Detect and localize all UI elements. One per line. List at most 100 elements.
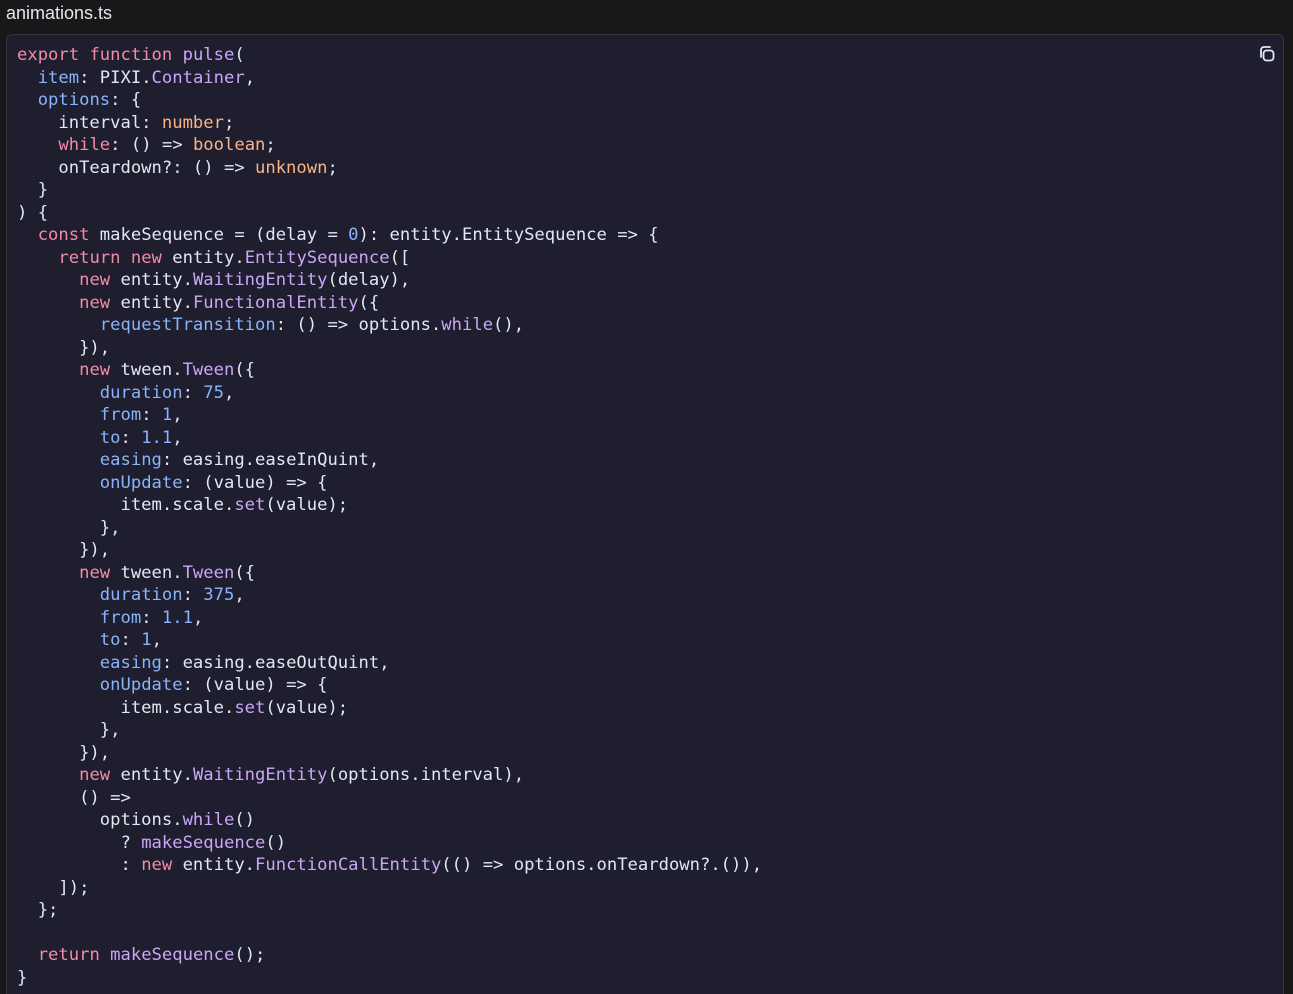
code-line: options: {: [17, 89, 762, 112]
code-token: :: [141, 607, 162, 628]
code-token: }),: [17, 540, 111, 560]
code-token: onUpdate: [99, 675, 183, 695]
copy-icon: [1258, 45, 1276, 63]
code-token: while: [182, 810, 235, 830]
code-line: () =>: [17, 787, 762, 810]
code-line: item.scale.set(value);: [17, 494, 762, 517]
code-token: : () =>: [110, 135, 193, 155]
code-token: ) {: [17, 202, 49, 223]
code-token: while: [58, 135, 111, 155]
code-token: : (value) => {: [182, 472, 328, 493]
code-token: new: [79, 360, 111, 380]
code-token: entity.: [110, 292, 193, 313]
code-line: }),: [17, 742, 762, 765]
code-token: onTeardown?: () =>: [17, 157, 255, 178]
code-block: export function pulse( item: PIXI.Contai…: [17, 44, 762, 989]
code-token: :: [182, 585, 204, 605]
copy-button[interactable]: [1255, 43, 1279, 65]
code-token: item.scale.: [17, 697, 235, 718]
code-token: const: [37, 225, 90, 245]
code-token: new: [79, 562, 111, 583]
code-token: ,: [224, 382, 235, 403]
code-token: ({: [358, 292, 380, 313]
code-token: ,: [151, 630, 162, 650]
code-line: item.scale.set(value);: [17, 697, 762, 720]
code-line: while: () => boolean;: [17, 134, 762, 157]
code-line: options.while(): [17, 809, 762, 832]
code-line: from: 1.1,: [17, 607, 762, 630]
code-line: item: PIXI.Container,: [17, 67, 762, 90]
code-token: ,: [192, 607, 204, 628]
code-token: : (value) => {: [182, 675, 328, 695]
code-token: onUpdate: [99, 472, 183, 493]
code-token: (delay),: [327, 270, 411, 290]
code-token: ();: [234, 945, 266, 965]
code-line: return new entity.EntitySequence([: [17, 247, 762, 270]
code-token: (),: [493, 315, 525, 335]
code-token: ,: [172, 427, 183, 448]
code-token: ,: [244, 67, 256, 88]
code-token: from: [99, 405, 142, 425]
code-line: duration: 375,: [17, 584, 762, 607]
code-token: item: [37, 67, 80, 88]
code-line: new entity.FunctionalEntity({: [17, 292, 762, 315]
code-line: to: 1,: [17, 629, 762, 652]
code-token: Tween: [182, 562, 235, 583]
code-token: new: [79, 765, 111, 785]
code-token: }: [17, 180, 49, 200]
code-token: number: [161, 112, 224, 133]
code-token: tween.: [110, 360, 183, 380]
code-token: ): entity.EntitySequence => {: [358, 225, 659, 245]
code-token: WaitingEntity: [192, 765, 328, 785]
code-line: onUpdate: (value) => {: [17, 674, 762, 697]
code-token: ({: [234, 562, 256, 583]
code-token: tween.: [110, 562, 183, 583]
code-token: },: [17, 517, 121, 538]
code-token: (() => options.onTeardown?.()),: [441, 855, 763, 875]
code-token: :: [141, 405, 162, 425]
code-line: easing: easing.easeOutQuint,: [17, 652, 762, 675]
code-token: ;: [223, 112, 235, 133]
code-token: (: [234, 45, 245, 65]
code-line: easing: easing.easeInQuint,: [17, 449, 762, 472]
code-line: requestTransition: () => options.while()…: [17, 314, 762, 337]
code-token: :: [17, 855, 142, 875]
code-token: (): [234, 810, 256, 830]
code-token: (value);: [265, 697, 349, 718]
code-token: : easing.easeOutQuint,: [161, 652, 390, 673]
code-line: from: 1,: [17, 404, 762, 427]
code-line: new tween.Tween({: [17, 359, 762, 382]
code-token: ({: [234, 360, 256, 380]
code-token: :: [182, 382, 204, 403]
code-token: makeSequence: [110, 945, 235, 965]
code-token: function: [89, 45, 173, 65]
code-token: export: [17, 45, 80, 65]
code-token: new: [79, 270, 111, 290]
code-token: pulse: [182, 45, 235, 65]
code-token: }: [17, 967, 28, 988]
code-token: makeSequence: [141, 832, 266, 853]
code-line: ) {: [17, 202, 762, 225]
code-token: :: [120, 427, 142, 448]
code-line: interval: number;: [17, 112, 762, 135]
code-token: EntitySequence: [244, 247, 390, 268]
code-token: duration: [99, 585, 183, 605]
code-token: : {: [110, 90, 142, 110]
code-token: ;: [265, 135, 276, 155]
code-token: : easing.easeInQuint,: [161, 450, 380, 470]
code-line: },: [17, 517, 762, 540]
file-title: animations.ts: [6, 3, 113, 23]
